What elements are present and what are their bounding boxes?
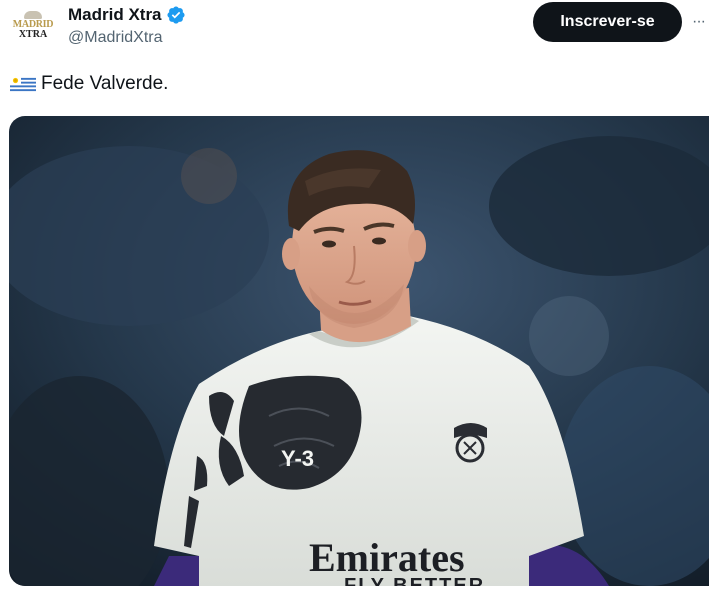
avatar-text-line2: XTRA [18, 28, 48, 40]
verified-badge-icon [166, 6, 185, 24]
author-name-row[interactable]: Madrid Xtra [68, 4, 186, 26]
tweet-photo[interactable]: Y-3 Emirates FLY BETTER [9, 116, 709, 586]
uruguay-flag-icon [10, 75, 36, 93]
avatar-text-line1: MADRID [12, 18, 54, 30]
player-photo: Y-3 Emirates FLY BETTER [9, 116, 709, 586]
author-handle[interactable]: @MadridXtra [68, 29, 163, 47]
tweet-text-row: Fede Valverde. [10, 72, 168, 96]
shirt-sponsor-text: Emirates [309, 535, 465, 580]
tweet-card: MADRID XTRA Madrid Xtra @MadridXtra Insc… [0, 0, 709, 589]
author-display-name[interactable]: Madrid Xtra [68, 5, 162, 25]
more-options-icon[interactable]: ··· [692, 12, 709, 32]
avatar[interactable]: MADRID XTRA [10, 2, 56, 48]
crest-icon [24, 10, 42, 19]
shirt-logo-text: Y-3 [281, 446, 314, 471]
tweet-text: Fede Valverde. [41, 73, 169, 94]
shirt-slogan-text: FLY BETTER [344, 575, 485, 586]
subscribe-button[interactable]: Inscrever-se [533, 2, 682, 42]
